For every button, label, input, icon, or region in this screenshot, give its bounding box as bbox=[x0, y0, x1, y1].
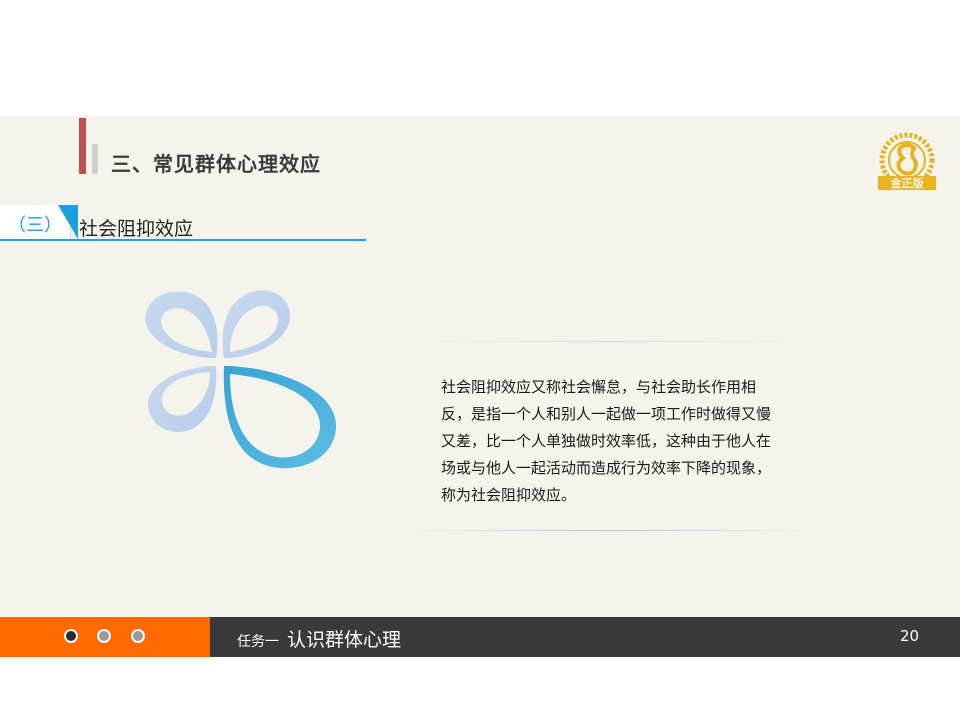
clover-graphic bbox=[145, 290, 337, 469]
section-tab-triangle bbox=[58, 205, 78, 239]
text-divider-top bbox=[400, 341, 820, 342]
title-accent-bar-secondary bbox=[92, 144, 98, 174]
nav-dot-2[interactable] bbox=[97, 629, 111, 643]
section-underline bbox=[0, 239, 366, 241]
petal-bottom-left bbox=[147, 366, 217, 432]
body-paragraph: 社会阻抑效应又称社会懈怠，与社会助长作用相反，是指一个人和别人一起做一项工作时做… bbox=[441, 378, 772, 504]
footer-task: 任务一 认识群体心理 bbox=[237, 625, 401, 652]
petal-top-right bbox=[222, 290, 291, 358]
logo-text: 金正版 bbox=[890, 176, 924, 190]
section-title: 社会阻抑效应 bbox=[79, 218, 194, 240]
logo: 金正版 bbox=[878, 132, 936, 190]
nav-dot-1[interactable] bbox=[64, 629, 78, 643]
section-number: （三） bbox=[8, 215, 62, 236]
petal-top-left bbox=[145, 291, 218, 358]
page-number: 20 bbox=[900, 627, 920, 645]
slide: 三、常见群体心理效应 金正版 （三） 社会阻抑效应 社会阻抑效应又称社会懈怠，与… bbox=[0, 116, 960, 657]
petal-bottom-right bbox=[223, 366, 337, 469]
footer-task-label: 任务一 bbox=[237, 634, 279, 650]
nav-dot-3[interactable] bbox=[131, 629, 145, 643]
text-divider-bottom bbox=[400, 530, 820, 531]
title-accent-bar bbox=[79, 118, 86, 174]
footer-task-title: 认识群体心理 bbox=[287, 629, 402, 651]
slide-title: 三、常见群体心理效应 bbox=[111, 152, 321, 176]
